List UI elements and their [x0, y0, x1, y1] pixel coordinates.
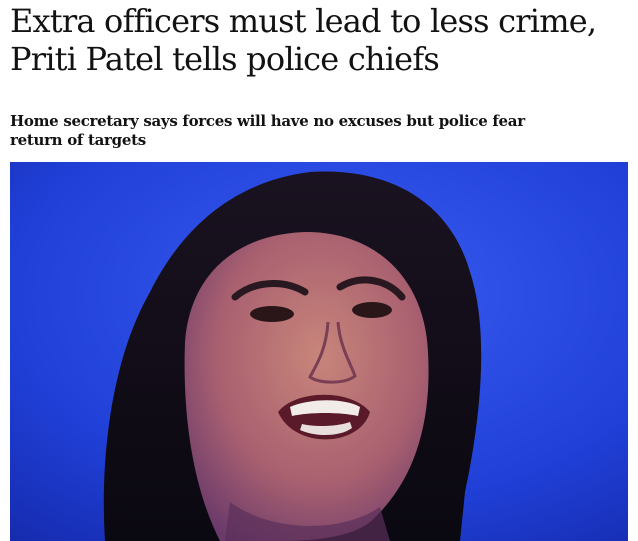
article-photo [10, 162, 628, 541]
article: Extra officers must lead to less crime, … [0, 0, 638, 541]
standfirst: Home secretary says forces will have no … [10, 112, 525, 149]
eye-left [250, 306, 294, 322]
face-shape [184, 232, 429, 541]
eye-right [352, 302, 392, 318]
headline: Extra officers must lead to less crime, … [10, 2, 597, 78]
